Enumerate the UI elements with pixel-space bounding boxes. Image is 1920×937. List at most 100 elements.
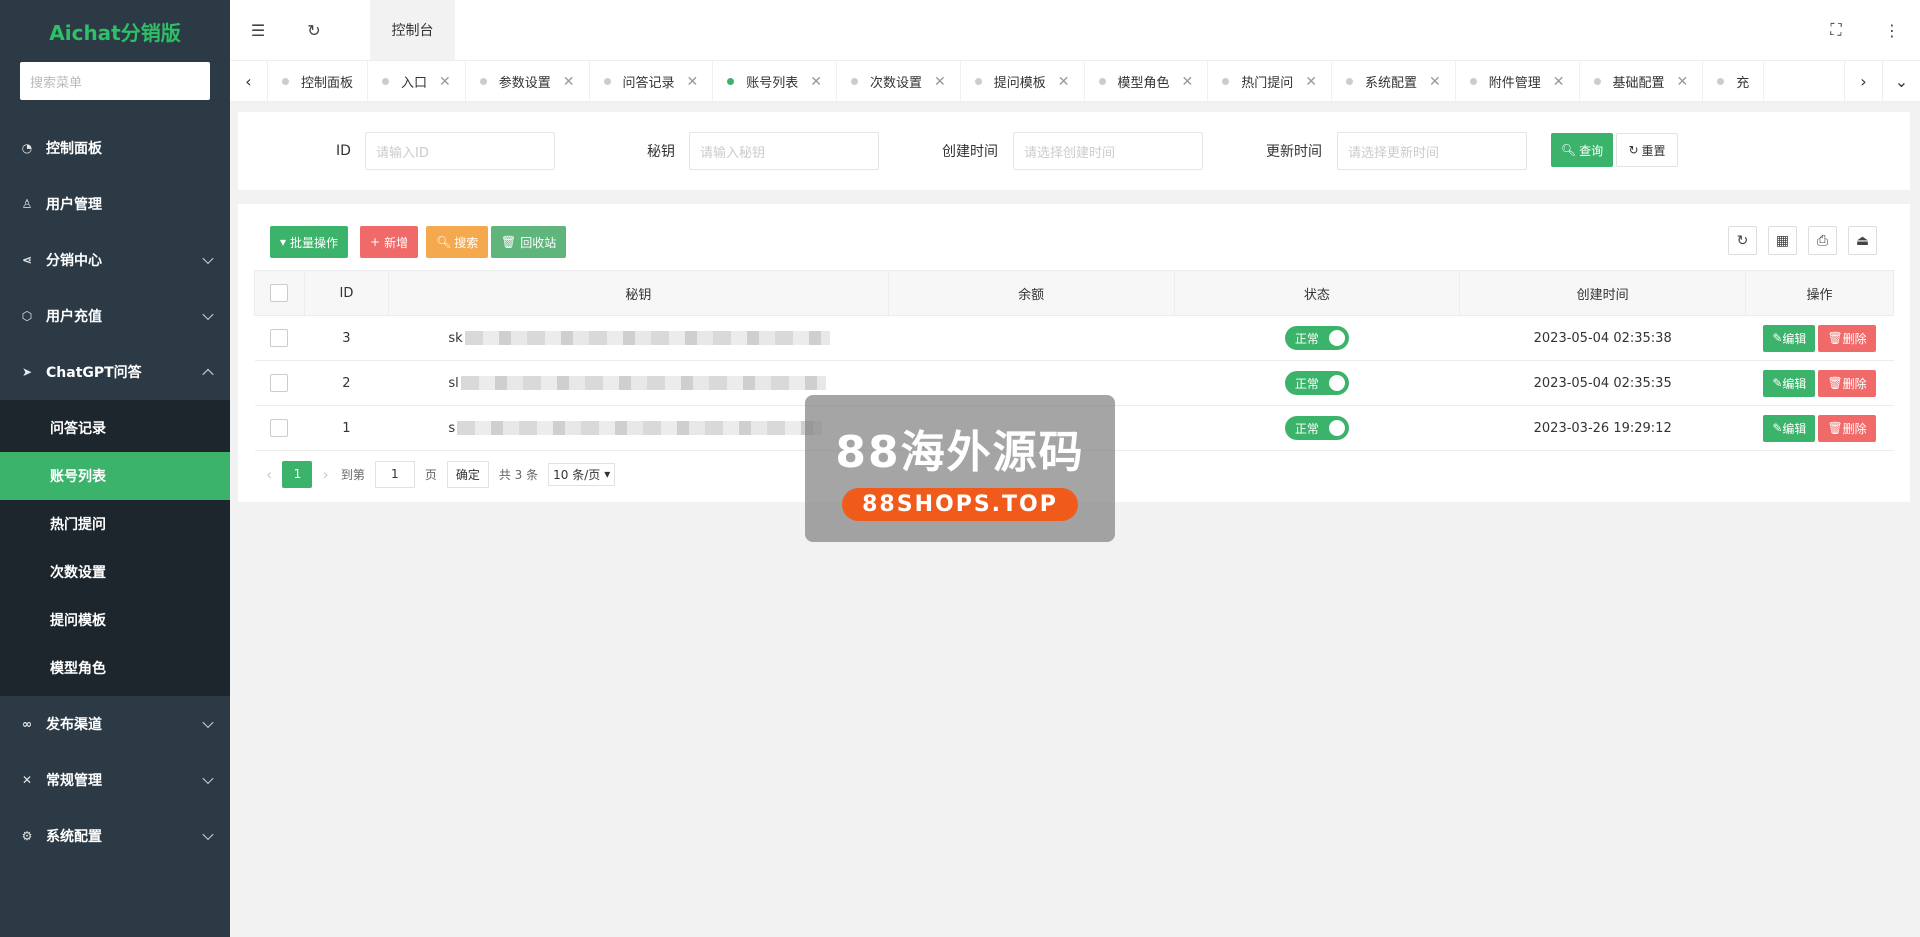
- more-icon[interactable]: ⋮: [1864, 0, 1920, 60]
- search-button[interactable]: 🔍︎ 搜索: [426, 226, 489, 258]
- column-filter-icon[interactable]: ▦: [1768, 226, 1797, 255]
- sidebar-item-system[interactable]: ⚙ 系统配置: [0, 808, 230, 864]
- sidebar-subitem-count-settings[interactable]: 次数设置: [0, 548, 230, 596]
- tab-count-settings[interactable]: 次数设置 ✕: [837, 61, 961, 101]
- tab-qa-records[interactable]: 问答记录 ✕: [590, 61, 714, 101]
- status-toggle[interactable]: 正常: [1284, 371, 1349, 395]
- tab-entry[interactable]: 入口 ✕: [368, 61, 466, 101]
- batch-operation-button[interactable]: ▾ 批量操作: [270, 226, 349, 258]
- menu-toggle-icon[interactable]: ☰: [230, 0, 286, 60]
- prev-page-icon[interactable]: ‹: [266, 465, 272, 484]
- delete-button[interactable]: 🗑︎ 删除: [1818, 324, 1876, 352]
- trash-icon: 🗑︎: [1827, 331, 1843, 345]
- tabs-menu-chevron-down-icon[interactable]: ⌄: [1882, 61, 1920, 101]
- chatgpt-submenu: 问答记录 账号列表 热门提问 次数设置 提问模板 模型角色: [0, 400, 230, 696]
- row-checkbox[interactable]: [270, 329, 289, 347]
- tabs-scroll-right-icon[interactable]: ›: [1844, 61, 1882, 101]
- row-checkbox[interactable]: [270, 419, 289, 437]
- tabs-scroll-left-icon[interactable]: ‹: [230, 61, 268, 101]
- goto-confirm-button[interactable]: 确定: [446, 460, 489, 488]
- sidebar-item-chatgpt[interactable]: ➤ ChatGPT问答: [0, 344, 230, 400]
- query-button[interactable]: 🔍︎ 查询: [1551, 133, 1613, 167]
- row-checkbox[interactable]: [270, 374, 289, 392]
- filter-id-input[interactable]: 请输入ID: [365, 132, 555, 170]
- tab-dot: [282, 78, 289, 85]
- close-icon[interactable]: ✕: [1553, 74, 1565, 90]
- select-all-checkbox[interactable]: [270, 284, 289, 302]
- row-key-cell: sk: [388, 315, 889, 361]
- row-created: 2023-05-04 02:35:35: [1459, 360, 1746, 406]
- header-status[interactable]: 状态: [1173, 270, 1461, 316]
- close-icon[interactable]: ✕: [1058, 74, 1070, 90]
- tab-dot: [1222, 78, 1230, 85]
- tab-system-config[interactable]: 系统配置 ✕: [1332, 61, 1456, 101]
- edit-button[interactable]: ✎ 编辑: [1763, 324, 1816, 352]
- fullscreen-icon[interactable]: ⛶: [1808, 0, 1864, 60]
- row-status-cell: 正常: [1174, 315, 1460, 361]
- sidebar-item-general[interactable]: ✕ 常规管理: [0, 752, 230, 808]
- tab-dashboard[interactable]: 控制面板: [268, 61, 369, 101]
- tab-dot: [479, 78, 487, 85]
- close-icon[interactable]: ✕: [1182, 74, 1194, 90]
- tab-attachments[interactable]: 附件管理 ✕: [1456, 61, 1580, 101]
- console-tab[interactable]: 控制台: [370, 0, 455, 60]
- pencil-icon: ✎: [1772, 421, 1783, 435]
- tab-params[interactable]: 参数设置 ✕: [466, 61, 590, 101]
- close-icon[interactable]: ✕: [1677, 74, 1689, 90]
- filter-key-input[interactable]: 请输入秘钥: [689, 132, 879, 170]
- close-icon[interactable]: ✕: [1429, 74, 1441, 90]
- header-id[interactable]: ID: [303, 270, 389, 316]
- tab-basic-config[interactable]: 基础配置 ✕: [1580, 61, 1704, 101]
- goto-page-input[interactable]: 1: [374, 460, 415, 488]
- sidebar-subitem-account-list[interactable]: 账号列表: [0, 452, 230, 500]
- next-page-icon[interactable]: ›: [322, 465, 328, 484]
- sidebar-item-channels[interactable]: ∞ 发布渠道: [0, 696, 230, 752]
- status-toggle[interactable]: 正常: [1284, 416, 1349, 440]
- tab-question-templates[interactable]: 提问模板 ✕: [961, 61, 1085, 101]
- recycle-bin-label: 回收站: [520, 235, 557, 250]
- sidebar-subitem-qa-records[interactable]: 问答记录: [0, 404, 230, 452]
- delete-button[interactable]: 🗑︎ 删除: [1818, 369, 1876, 397]
- tab-hot-questions[interactable]: 热门提问 ✕: [1208, 61, 1333, 101]
- page-button-current[interactable]: 1: [282, 460, 313, 488]
- query-button-label: 查询: [1579, 143, 1604, 158]
- header-created[interactable]: 创建时间: [1459, 270, 1747, 316]
- filter-updated-input[interactable]: 请选择更新时间: [1337, 132, 1527, 170]
- page-size-select[interactable]: 10 条/页 ▾: [548, 462, 616, 486]
- close-icon[interactable]: ✕: [687, 74, 699, 90]
- tab-account-list[interactable]: 账号列表 ✕: [713, 61, 838, 101]
- tab-model-roles[interactable]: 模型角色 ✕: [1085, 61, 1209, 101]
- table-refresh-icon[interactable]: ↻: [1728, 226, 1757, 255]
- recycle-bin-button[interactable]: 🗑︎ 回收站: [491, 226, 567, 258]
- close-icon[interactable]: ✕: [439, 74, 451, 90]
- status-toggle[interactable]: 正常: [1284, 326, 1349, 350]
- print-icon[interactable]: ⎙: [1808, 226, 1837, 255]
- edit-button[interactable]: ✎ 编辑: [1763, 414, 1816, 442]
- sidebar-item-distribution[interactable]: ⋖ 分销中心: [0, 232, 230, 288]
- reset-button[interactable]: ↻ 重置: [1616, 133, 1678, 167]
- sidebar-item-recharge[interactable]: ⬡ 用户充值: [0, 288, 230, 344]
- header-key[interactable]: 秘钥: [387, 270, 889, 316]
- export-icon[interactable]: ⏏: [1848, 226, 1877, 255]
- delete-button[interactable]: 🗑︎ 删除: [1818, 414, 1876, 442]
- page-size-value: 10 条/页: [553, 467, 601, 482]
- refresh-icon[interactable]: ↻: [286, 0, 342, 60]
- close-icon[interactable]: ✕: [1305, 74, 1317, 90]
- header-balance[interactable]: 余额: [887, 270, 1175, 316]
- tab-label: 提问模板: [993, 76, 1046, 91]
- close-icon[interactable]: ✕: [563, 74, 575, 90]
- tab-recharge[interactable]: 充: [1703, 61, 1765, 101]
- sidebar-subitem-question-templates[interactable]: 提问模板: [0, 596, 230, 644]
- chevron-down-icon: [202, 772, 214, 785]
- filter-created-input[interactable]: 请选择创建时间: [1013, 132, 1203, 170]
- sidebar-subitem-model-roles[interactable]: 模型角色: [0, 644, 230, 692]
- goto-label: 到第: [340, 467, 365, 482]
- sidebar-subitem-hot-questions[interactable]: 热门提问: [0, 500, 230, 548]
- edit-button[interactable]: ✎ 编辑: [1763, 369, 1816, 397]
- add-button[interactable]: + 新增: [360, 226, 419, 258]
- sidebar-item-dashboard[interactable]: ◔ 控制面板: [0, 120, 230, 176]
- close-icon[interactable]: ✕: [810, 74, 822, 90]
- close-icon[interactable]: ✕: [934, 74, 946, 90]
- sidebar-item-users[interactable]: ♙ 用户管理: [0, 176, 230, 232]
- menu-search-input[interactable]: 搜索菜单: [20, 62, 210, 100]
